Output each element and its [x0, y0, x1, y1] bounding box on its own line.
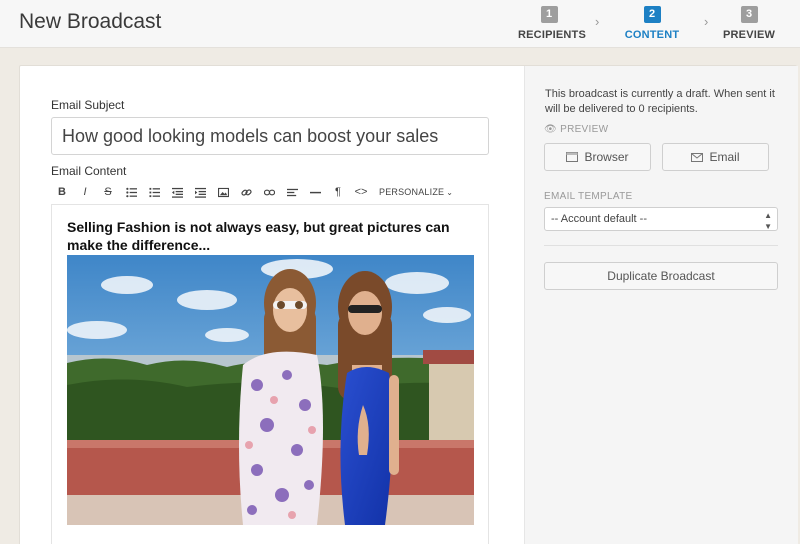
- sidebar-divider: [544, 245, 778, 246]
- italic-icon[interactable]: I: [74, 181, 96, 203]
- email-label: Email: [709, 150, 740, 164]
- outdent-icon[interactable]: [166, 181, 188, 203]
- personalize-label: PERSONALIZE: [379, 187, 445, 197]
- numbered-list-icon[interactable]: [143, 181, 165, 203]
- envelope-icon: [691, 152, 704, 162]
- step-number: 2: [643, 6, 661, 23]
- email-template-select[interactable]: -- Account default -- ▲ ▼: [544, 207, 778, 231]
- link-icon[interactable]: [235, 181, 257, 203]
- step-recipients[interactable]: 1 RECIPIENTS: [518, 6, 587, 41]
- step-number: 3: [740, 6, 758, 23]
- eye-icon: 👁: [544, 124, 557, 135]
- strikethrough-icon[interactable]: S: [97, 181, 119, 203]
- page-title: New Broadcast: [19, 10, 162, 33]
- browser-icon: [566, 152, 579, 162]
- duplicate-broadcast-button[interactable]: Duplicate Broadcast: [544, 262, 778, 290]
- header-bar: New Broadcast 1 RECIPIENTS › 2 CONTENT ›…: [0, 0, 800, 48]
- template-heading: EMAIL TEMPLATE: [544, 191, 633, 202]
- step-preview[interactable]: 3 PREVIEW: [723, 6, 775, 41]
- chevron-right-icon: ›: [595, 14, 600, 29]
- chevron-down-icon: ⌄: [446, 187, 454, 197]
- template-value: -- Account default --: [551, 213, 647, 225]
- email-content-editor[interactable]: Selling Fashion is not always easy, but …: [51, 204, 489, 544]
- bold-icon[interactable]: B: [51, 181, 73, 203]
- unlink-icon[interactable]: [258, 181, 280, 203]
- select-arrows-icon: ▲ ▼: [764, 211, 772, 231]
- preview-browser-button[interactable]: Browser: [544, 143, 651, 171]
- bulleted-list-icon[interactable]: [120, 181, 142, 203]
- step-label: PREVIEW: [723, 29, 776, 41]
- browser-label: Browser: [584, 150, 629, 164]
- image-icon[interactable]: [212, 181, 234, 203]
- step-label: RECIPIENTS: [518, 29, 587, 41]
- subject-input[interactable]: [51, 117, 489, 155]
- editor-toolbar: B I S ¶ <> PERSONALIZE ⌄: [51, 180, 489, 204]
- preview-heading-label: PREVIEW: [560, 124, 609, 135]
- preview-heading: 👁 PREVIEW: [544, 124, 608, 135]
- draft-status-text: This broadcast is currently a draft. Whe…: [545, 88, 775, 115]
- code-icon[interactable]: <>: [350, 181, 372, 203]
- duplicate-label: Duplicate Broadcast: [607, 269, 715, 283]
- personalize-dropdown[interactable]: PERSONALIZE ⌄: [373, 181, 453, 203]
- broadcast-card: Email Subject Email Content B I S: [19, 65, 798, 544]
- align-icon[interactable]: [281, 181, 303, 203]
- chevron-right-icon: ›: [704, 14, 709, 29]
- paragraph-icon[interactable]: ¶: [327, 181, 349, 203]
- content-headline: Selling Fashion is not always easy, but …: [67, 219, 450, 253]
- broadcast-sidebar: This broadcast is currently a draft. Whe…: [524, 66, 798, 544]
- preview-email-button[interactable]: Email: [662, 143, 769, 171]
- step-label: CONTENT: [624, 29, 680, 41]
- content-label: Email Content: [51, 164, 127, 178]
- fashion-photo: [67, 255, 474, 525]
- horizontal-rule-icon[interactable]: [304, 181, 326, 203]
- step-content[interactable]: 2 CONTENT: [624, 6, 680, 41]
- indent-icon[interactable]: [189, 181, 211, 203]
- subject-label: Email Subject: [51, 98, 125, 112]
- step-number: 1: [540, 6, 558, 23]
